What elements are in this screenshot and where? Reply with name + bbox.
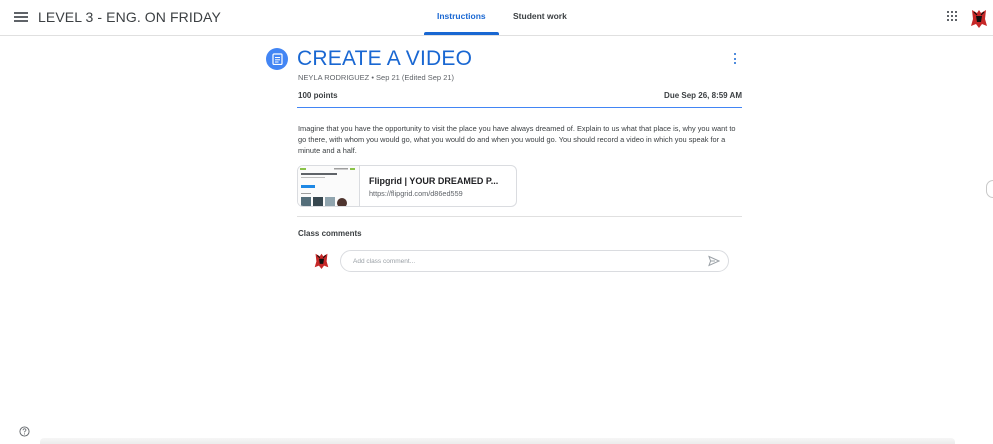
attachment-url: https://flipgrid.com/d86ed559 xyxy=(369,189,463,198)
attachment-card[interactable]: Flipgrid | YOUR DREAMED P... https://fli… xyxy=(297,165,517,207)
help-icon[interactable] xyxy=(19,426,30,437)
more-options-icon[interactable] xyxy=(730,52,740,66)
assignment-icon xyxy=(266,48,288,70)
class-comments-label: Class comments xyxy=(298,229,362,238)
active-tab-indicator xyxy=(424,32,499,35)
class-title[interactable]: LEVEL 3 - ENG. ON FRIDAY xyxy=(38,9,221,25)
attachment-title[interactable]: Flipgrid | YOUR DREAMED P... xyxy=(369,176,498,186)
section-divider xyxy=(297,216,742,217)
apps-grid-icon[interactable] xyxy=(947,11,957,21)
page-title: CREATE A VIDEO xyxy=(297,47,473,70)
due-date: Due Sep 26, 8:59 AM xyxy=(664,91,742,100)
assignment-description: Imagine that you have the opportunity to… xyxy=(298,124,736,156)
user-avatar xyxy=(314,253,329,269)
bottom-panel-edge xyxy=(40,438,955,444)
tab-student-work[interactable]: Student work xyxy=(513,11,567,21)
side-panel-handle[interactable] xyxy=(986,180,993,198)
hamburger-menu-icon[interactable] xyxy=(14,11,28,23)
points-label: 100 points xyxy=(298,91,338,100)
send-icon[interactable] xyxy=(708,255,720,267)
flipgrid-thumbnail xyxy=(298,166,360,206)
tab-instructions[interactable]: Instructions xyxy=(437,11,486,21)
top-bar: LEVEL 3 - ENG. ON FRIDAY Instructions St… xyxy=(0,0,993,36)
assignment-meta: NEYLA RODRIGUEZ • Sep 21 (Edited Sep 21) xyxy=(298,73,455,82)
header-divider xyxy=(297,107,742,108)
account-avatar[interactable] xyxy=(969,7,989,29)
class-comment-input[interactable] xyxy=(340,250,729,272)
